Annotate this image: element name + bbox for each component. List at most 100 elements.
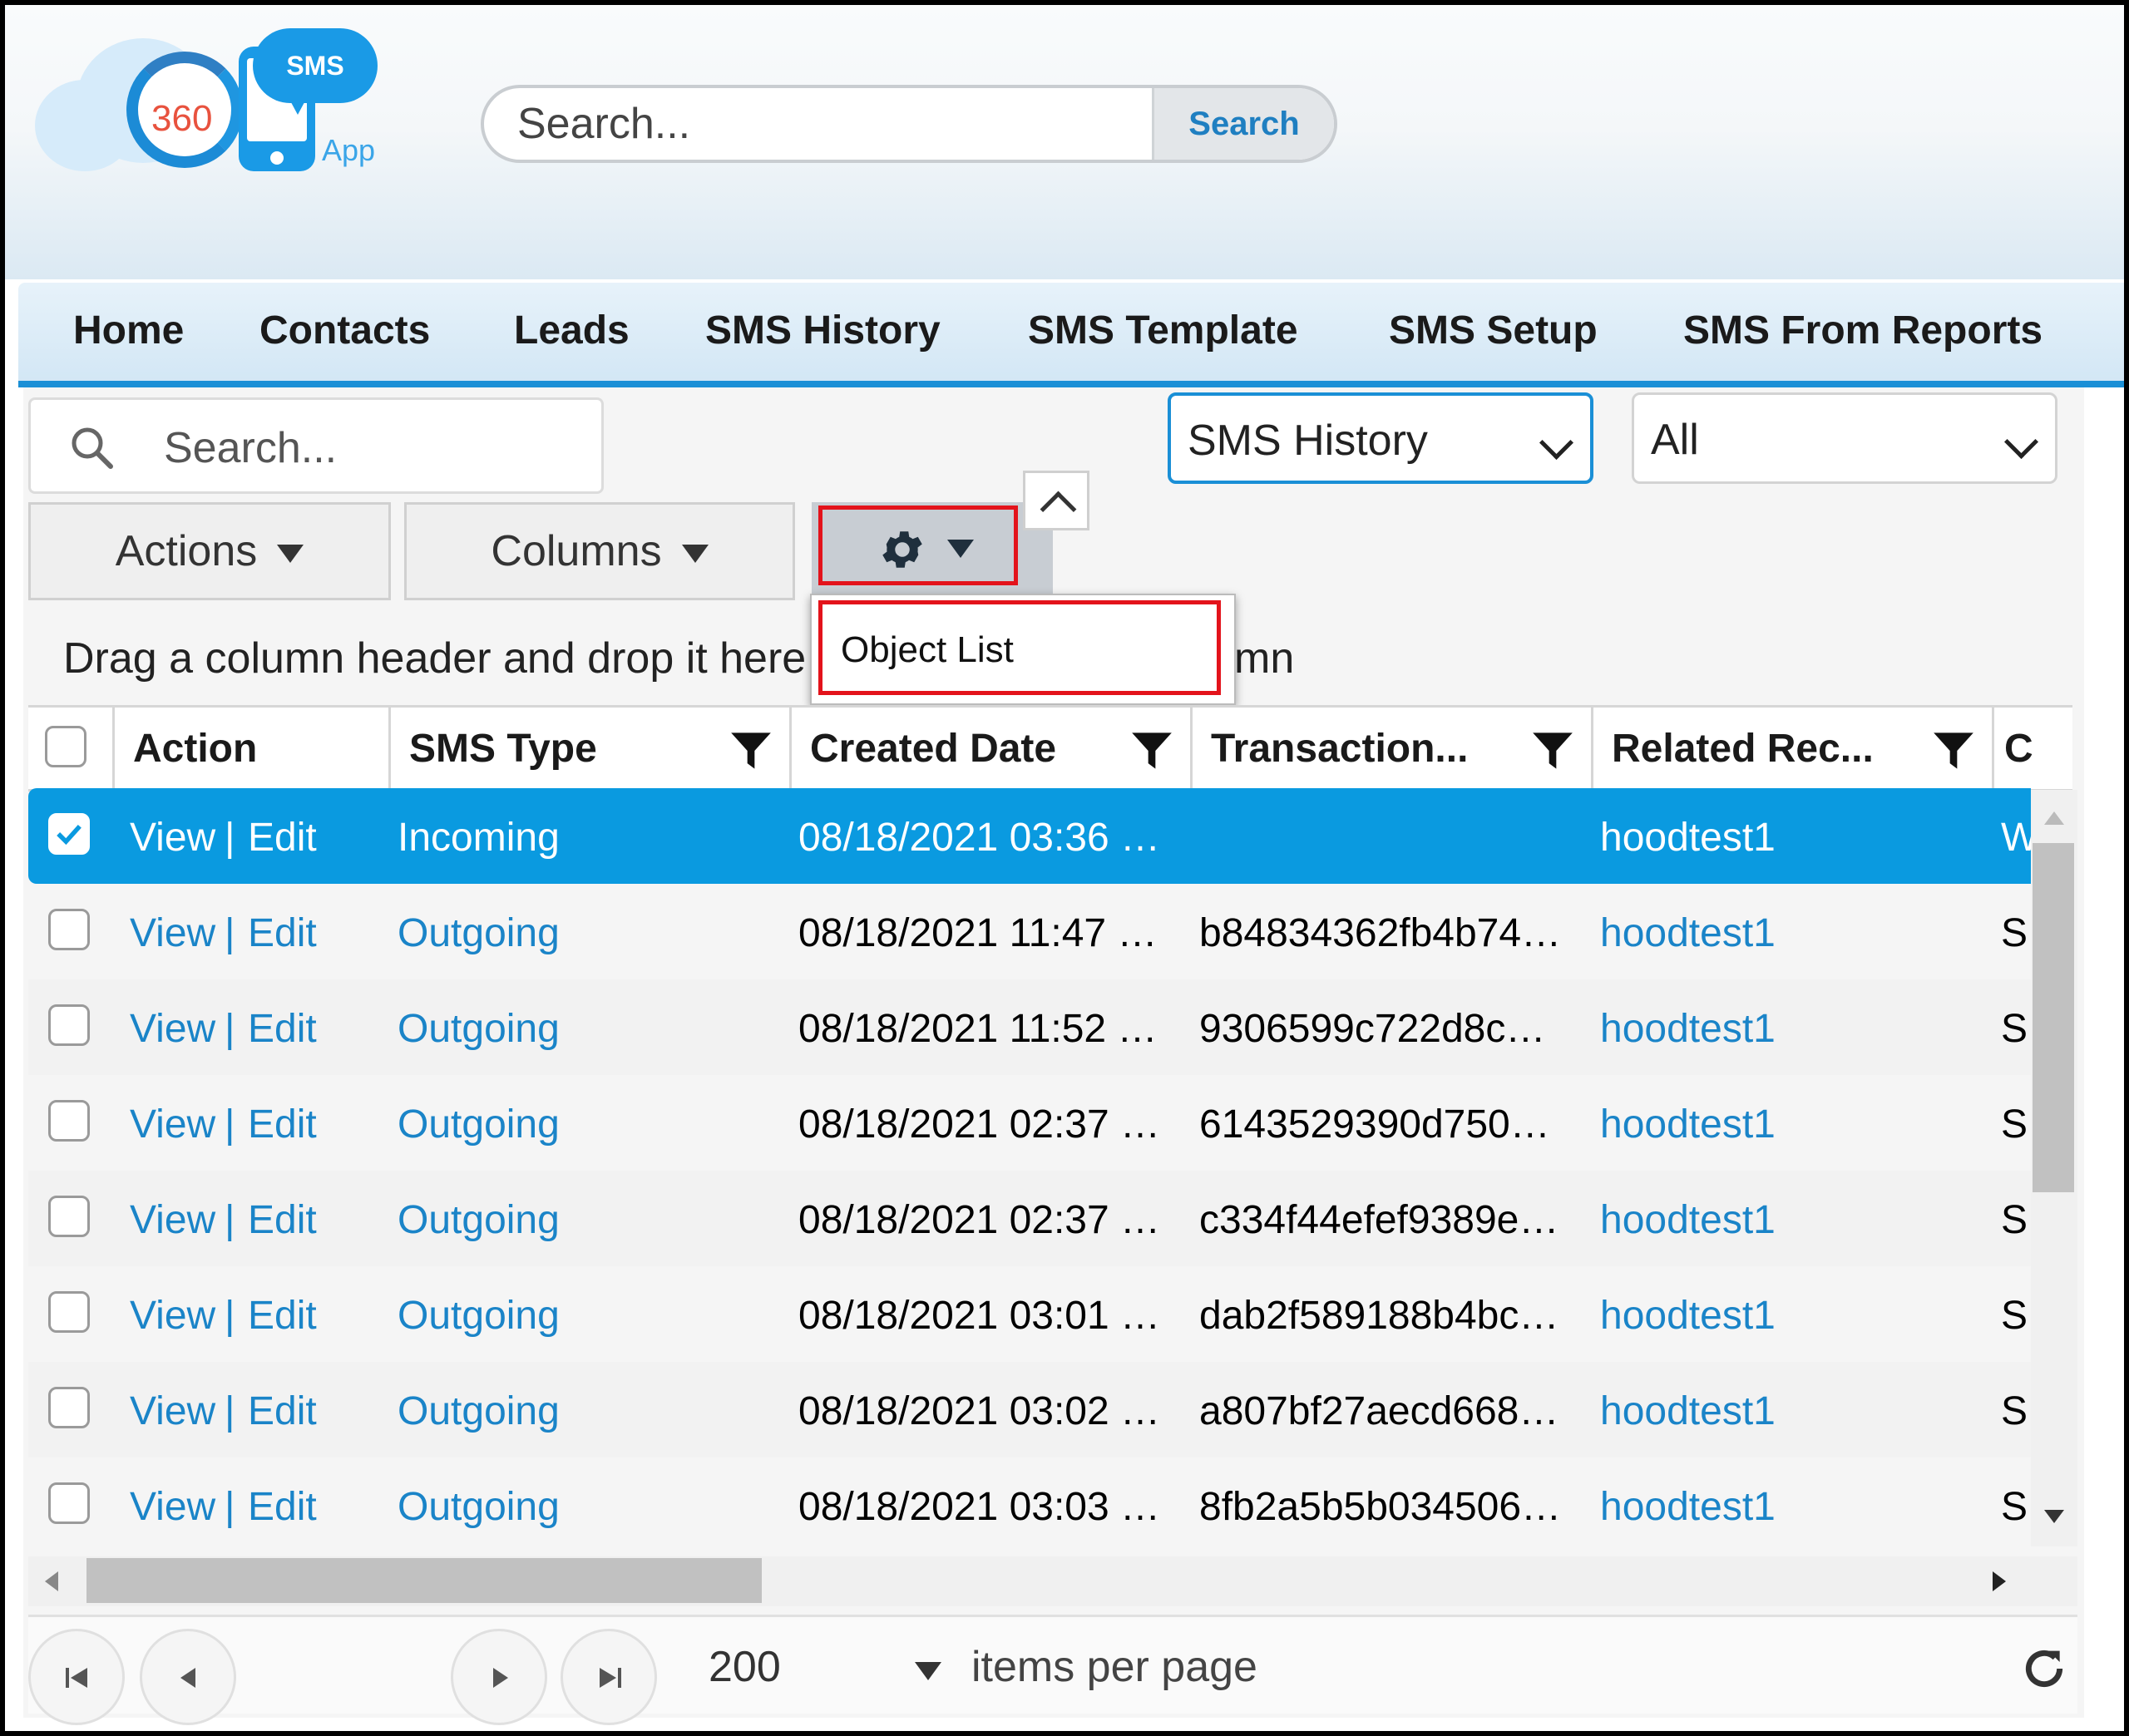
view-link[interactable]: View <box>130 1102 215 1147</box>
last-page-button[interactable] <box>561 1629 657 1725</box>
list-search-input[interactable]: Search... <box>28 397 604 494</box>
view-link[interactable]: View <box>130 1006 215 1052</box>
table-row[interactable]: View | Edit Outgoing 08/18/2021 02:37 … … <box>28 1171 2031 1266</box>
column-header-created-date[interactable]: Created Date <box>792 708 1193 789</box>
scroll-left-icon[interactable] <box>45 1571 58 1591</box>
tab-contacts[interactable]: Contacts <box>259 308 430 353</box>
refresh-icon[interactable] <box>2018 1642 2071 1695</box>
column-header-transaction[interactable]: Transaction... <box>1193 708 1593 789</box>
partial-cell: S <box>2001 1102 2028 1147</box>
row-checkbox-checked[interactable] <box>48 813 90 855</box>
search-icon <box>72 427 113 469</box>
view-link[interactable]: View <box>130 1293 215 1339</box>
view-link[interactable]: View <box>130 815 215 861</box>
sms-type-link[interactable]: Outgoing <box>398 1293 560 1339</box>
created-date-cell: 08/18/2021 11:52 … <box>798 1007 1158 1051</box>
related-record-link[interactable]: hoodtest1 <box>1600 1006 1776 1052</box>
tab-home[interactable]: Home <box>73 308 184 353</box>
actions-button[interactable]: Actions <box>28 502 391 600</box>
filter-icon[interactable] <box>729 729 773 772</box>
scroll-right-icon[interactable] <box>1993 1571 2006 1591</box>
vertical-scroll-thumb[interactable] <box>2033 843 2074 1192</box>
row-checkbox[interactable] <box>48 909 90 950</box>
tab-sms-setup[interactable]: SMS Setup <box>1389 308 1598 353</box>
edit-link[interactable]: Edit <box>248 1484 317 1530</box>
partial-cell: S <box>2001 1294 2028 1338</box>
first-page-button[interactable] <box>28 1629 125 1725</box>
scroll-up-icon[interactable] <box>2044 811 2064 825</box>
view-link[interactable]: View <box>130 1388 215 1434</box>
edit-link[interactable]: Edit <box>248 1006 317 1052</box>
filter-icon[interactable] <box>1130 729 1173 772</box>
related-record-link[interactable]: hoodtest1 <box>1600 1484 1776 1530</box>
column-header-related-record[interactable]: Related Rec... <box>1593 708 1994 789</box>
page-size-select[interactable]: 200 <box>709 1642 781 1692</box>
sms-type-link[interactable]: Outgoing <box>398 1388 560 1434</box>
link-separator: | <box>225 911 235 955</box>
menu-item-object-list[interactable]: Object List <box>818 600 1221 695</box>
table-row[interactable]: View | Edit Outgoing 08/18/2021 03:01 … … <box>28 1266 2031 1362</box>
table-row[interactable]: View | Edit Outgoing 08/18/2021 02:37 … … <box>28 1075 2031 1171</box>
global-search-input[interactable]: Search... <box>517 88 690 160</box>
sms-type-link[interactable]: Incoming <box>398 815 560 861</box>
link-separator: | <box>225 1485 235 1529</box>
edit-link[interactable]: Edit <box>248 815 317 861</box>
tab-sms-template[interactable]: SMS Template <box>1028 308 1298 353</box>
object-select[interactable]: SMS History <box>1168 392 1593 484</box>
link-separator: | <box>225 1007 235 1051</box>
view-link[interactable]: View <box>130 910 215 956</box>
edit-link[interactable]: Edit <box>248 1388 317 1434</box>
caret-down-icon <box>681 545 709 564</box>
filter-select[interactable]: All <box>1632 392 2057 484</box>
related-record-link[interactable]: hoodtest1 <box>1600 1197 1776 1243</box>
sms-type-link[interactable]: Outgoing <box>398 910 560 956</box>
table-row[interactable]: View | Edit Outgoing 08/18/2021 11:47 … … <box>28 884 2031 979</box>
column-header-action[interactable]: Action <box>115 708 391 789</box>
tab-sms-from-reports[interactable]: SMS From Reports <box>1683 308 2043 353</box>
sms-type-link[interactable]: Outgoing <box>398 1197 560 1243</box>
filter-icon[interactable] <box>1531 729 1574 772</box>
row-checkbox[interactable] <box>48 1196 90 1237</box>
transaction-cell: a807bf27aecd668… <box>1199 1389 1559 1433</box>
table-row[interactable]: View | Edit Outgoing 08/18/2021 03:02 … … <box>28 1362 2031 1457</box>
row-checkbox[interactable] <box>48 1100 90 1142</box>
menu-item-label: Object List <box>841 629 1014 670</box>
row-checkbox[interactable] <box>48 1004 90 1046</box>
view-link[interactable]: View <box>130 1484 215 1530</box>
next-page-button[interactable] <box>451 1629 547 1725</box>
row-checkbox[interactable] <box>48 1482 90 1524</box>
edit-link[interactable]: Edit <box>248 910 317 956</box>
columns-button[interactable]: Columns <box>404 502 795 600</box>
tab-leads[interactable]: Leads <box>514 308 630 353</box>
related-record-link[interactable]: hoodtest1 <box>1600 1388 1776 1434</box>
related-record-link[interactable]: hoodtest1 <box>1600 910 1776 956</box>
related-record-link[interactable]: hoodtest1 <box>1600 1293 1776 1339</box>
column-header-partial[interactable]: C <box>1994 708 2077 789</box>
partial-cell: S <box>2001 1485 2028 1529</box>
edit-link[interactable]: Edit <box>248 1293 317 1339</box>
tab-sms-history[interactable]: SMS History <box>705 308 941 353</box>
select-all-checkbox[interactable] <box>45 726 86 767</box>
sms-type-link[interactable]: Outgoing <box>398 1484 560 1530</box>
related-record-link[interactable]: hoodtest1 <box>1600 1102 1776 1147</box>
table-row[interactable]: View | Edit Outgoing 08/18/2021 03:03 … … <box>28 1457 2031 1553</box>
related-record-link[interactable]: hoodtest1 <box>1600 815 1776 861</box>
column-header-sms-type[interactable]: SMS Type <box>391 708 792 789</box>
sms-type-link[interactable]: Outgoing <box>398 1006 560 1052</box>
collapse-toolbar-button[interactable] <box>1023 471 1089 530</box>
items-per-page-label: items per page <box>971 1643 1257 1691</box>
row-checkbox[interactable] <box>48 1387 90 1428</box>
sms-type-link[interactable]: Outgoing <box>398 1102 560 1147</box>
previous-page-button[interactable] <box>140 1629 236 1725</box>
row-checkbox[interactable] <box>48 1291 90 1333</box>
scroll-down-icon[interactable] <box>2044 1510 2064 1523</box>
edit-link[interactable]: Edit <box>248 1197 317 1243</box>
global-search-button[interactable]: Search <box>1152 88 1334 160</box>
table-row[interactable]: View | Edit Incoming 08/18/2021 03:36 … … <box>28 788 2031 884</box>
edit-link[interactable]: Edit <box>248 1102 317 1147</box>
filter-icon[interactable] <box>1932 729 1975 772</box>
view-link[interactable]: View <box>130 1197 215 1243</box>
table-row[interactable]: View | Edit Outgoing 08/18/2021 11:52 … … <box>28 979 2031 1075</box>
settings-button[interactable] <box>818 506 1018 585</box>
horizontal-scroll-thumb[interactable] <box>86 1558 762 1603</box>
